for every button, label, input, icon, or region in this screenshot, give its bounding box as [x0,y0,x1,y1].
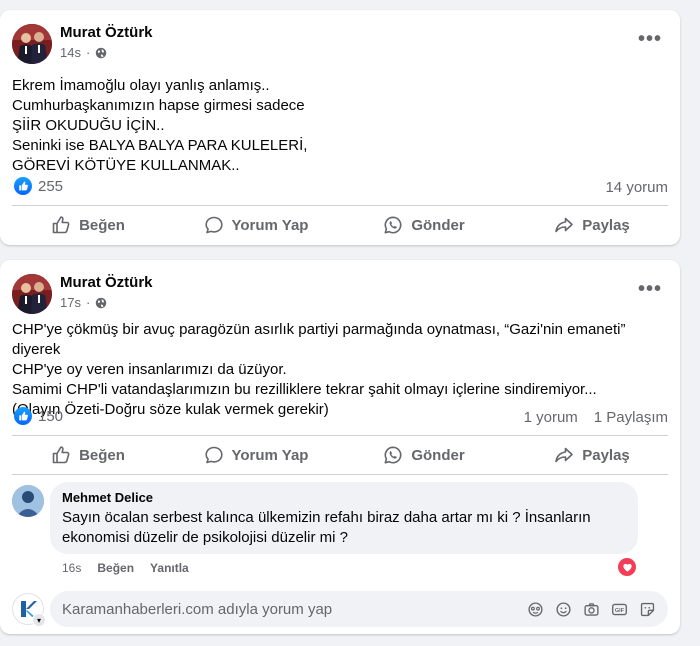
comment-text: Sayın öcalan serbest kalınca ülkemizin r… [62,508,626,548]
post-text: CHP'ye çökmüş bir avuç paragözün asırlık… [12,320,664,420]
post-counts: 14 yorum [605,179,668,196]
comment-button[interactable]: Yorum Yap [172,437,340,473]
post-author[interactable]: Murat Öztürk [60,24,153,41]
post-actions: Beğen Yorum Yap Gönder Paylaş [4,207,676,243]
post-author[interactable]: Murat Öztürk [60,274,153,291]
post-text-line: Samimi CHP'li vatandaşlarımızın bu rezil… [12,381,597,398]
avatar-icon [12,24,52,64]
like-button[interactable]: Beğen [4,207,172,243]
reactions-summary[interactable]: 255 [14,177,63,195]
post-text-line: Cumhurbaşkanımızın hapse girmesi sadece [12,97,305,114]
comment-reply-button[interactable]: Yanıtla [150,561,189,575]
thumbs-up-icon [52,446,70,464]
more-icon[interactable]: ••• [638,28,662,51]
avatar-icon [12,274,52,314]
like-reaction-icon [14,407,32,425]
comment-label: Yorum Yap [231,446,309,464]
comment-text-line: ekonomisi düzelir de psikolojisi düzelir… [62,529,348,546]
like-label: Beğen [79,446,125,464]
comment-icon [204,216,223,234]
divider [12,474,668,475]
share-label: Paylaş [582,216,630,234]
page-avatar[interactable]: ▾ [12,593,46,627]
comment-icon [204,446,223,464]
svg-text:GIF: GIF [615,607,625,613]
post-card: Murat Öztürk 14s · ••• Ekrem İmamoğlu ol… [0,10,680,245]
divider [12,435,668,436]
whatsapp-icon [384,446,402,464]
post-time[interactable]: 14s [60,45,81,60]
comment-author[interactable]: Mehmet Delice [62,490,626,505]
comment-button[interactable]: Yorum Yap [172,207,340,243]
post-meta: 14s · [60,45,107,60]
like-label: Beğen [79,216,125,234]
comments-count[interactable]: 1 yorum [524,409,578,426]
post-actions: Beğen Yorum Yap Gönder Paylaş [4,437,676,473]
love-reaction-icon[interactable] [618,558,636,576]
post-text-line: CHP'ye oy veren insanlarımızı da üzüyor. [12,361,287,378]
shares-count[interactable]: 1 Paylaşım [594,409,668,426]
comment-input[interactable]: Karamanhaberleri.com adıyla yorum yap GI… [50,591,668,627]
share-button[interactable]: Paylaş [508,437,676,473]
share-button[interactable]: Paylaş [508,207,676,243]
like-reaction-icon [14,177,32,195]
comment-meta: 16s Beğen Yanıtla [62,561,189,575]
author-avatar[interactable] [12,24,52,64]
reactions-count: 150 [38,407,64,425]
globe-icon [96,297,107,308]
comment-like-button[interactable]: Beğen [97,561,134,575]
comments-count[interactable]: 14 yorum [605,179,668,196]
post-time[interactable]: 17s [60,295,81,310]
avatar-sticker-icon[interactable] [527,601,544,618]
post-card: Murat Öztürk 17s · ••• CHP'ye çökmüş bir… [0,260,680,634]
send-button[interactable]: Gönder [340,207,508,243]
emoji-icon[interactable] [555,601,572,618]
reactions-summary[interactable]: 150 [14,407,63,425]
more-icon[interactable]: ••• [638,278,662,301]
post-meta: 17s · [60,295,107,310]
divider [12,205,668,206]
post-text-line: Seninki ise BALYA BALYA PARA KULELERİ, [12,137,308,154]
post-text-line: ŞİİR OKUDUĞU İÇİN.. [12,117,165,134]
whatsapp-icon [384,216,402,234]
share-label: Paylaş [582,446,630,464]
chevron-down-icon[interactable]: ▾ [32,613,46,627]
comment-time[interactable]: 16s [62,561,81,575]
avatar-icon [12,485,44,517]
author-avatar[interactable] [12,274,52,314]
thumbs-up-icon [52,216,70,234]
send-button[interactable]: Gönder [340,437,508,473]
like-button[interactable]: Beğen [4,437,172,473]
post-text-line: CHP'ye çökmüş bir avuç paragözün asırlık… [12,321,626,358]
camera-icon[interactable] [583,601,600,618]
comment-tools: GIF [527,601,656,618]
post-text-line: GÖREVİ KÖTÜYE KULLANMAK.. [12,157,240,174]
gif-icon[interactable]: GIF [611,601,628,618]
send-label: Gönder [411,216,465,234]
sticker-icon[interactable] [639,601,656,618]
comment-input-placeholder: Karamanhaberleri.com adıyla yorum yap [62,600,333,618]
share-icon [555,217,574,233]
reactions-count: 255 [38,177,64,195]
globe-icon [96,47,107,58]
post-text-line: Ekrem İmamoğlu olayı yanlış anlamış.. [12,77,270,94]
commenter-avatar[interactable] [12,485,44,517]
comment-text-line: Sayın öcalan serbest kalınca ülkemizin r… [62,509,591,526]
send-label: Gönder [411,446,465,464]
comment-bubble: Mehmet Delice Sayın öcalan serbest kalın… [50,482,638,554]
share-icon [555,447,574,463]
comment-label: Yorum Yap [231,216,309,234]
post-text: Ekrem İmamoğlu olayı yanlış anlamış.. Cu… [12,76,664,176]
post-counts: 1 yorum 1 Paylaşım [524,409,668,426]
